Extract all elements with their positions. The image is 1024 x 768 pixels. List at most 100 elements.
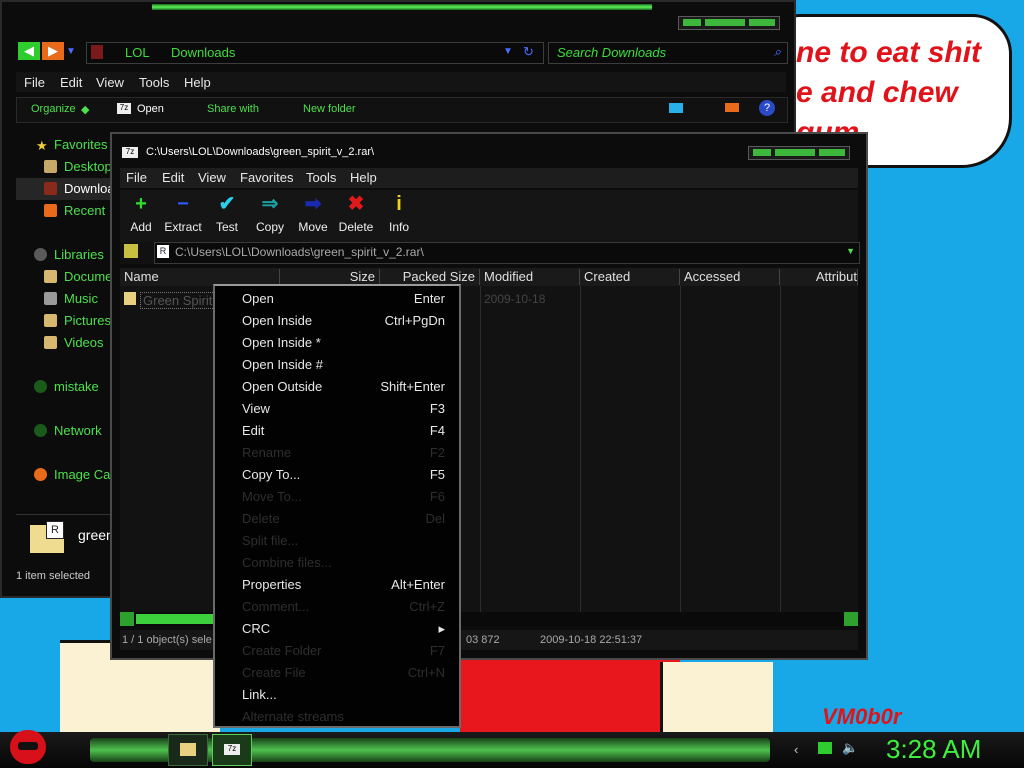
menu-item[interactable]: Properties Alt+Enter: [215, 573, 459, 595]
address-bar[interactable]: LOL Downloads ▼ ↻: [86, 42, 544, 64]
column-modified[interactable]: Modified: [480, 269, 580, 285]
action-center-icon[interactable]: [818, 742, 832, 754]
row-name: Green Spirit: [140, 292, 216, 309]
help-icon[interactable]: ?: [759, 100, 775, 116]
menu-help[interactable]: Help: [184, 75, 211, 90]
toolbar: + Add − Extract ✔ Test ⇒ Copy ➡ Move ✖ Delete …: [120, 190, 858, 244]
back-icon[interactable]: ◀: [18, 42, 40, 60]
menu-item[interactable]: CRC ▸: [215, 617, 459, 639]
view-options-icon[interactable]: [669, 103, 683, 113]
search-icon[interactable]: ⌕: [774, 44, 781, 60]
taskbar-explorer-button[interactable]: [168, 734, 208, 766]
menu-item[interactable]: Copy To... F5: [215, 463, 459, 485]
menu-edit[interactable]: Edit: [60, 75, 82, 90]
context-menu: Open Enter Open Inside Ctrl+PgDn Open Inside…: [213, 284, 461, 728]
close-button[interactable]: [819, 149, 845, 156]
share-with-button[interactable]: Share with: [207, 103, 259, 115]
refresh-icon[interactable]: ↻: [523, 44, 534, 60]
7zip-icon: 7z: [224, 744, 240, 755]
show-hidden-icons[interactable]: ‹: [794, 742, 798, 757]
menu-tools[interactable]: Tools: [306, 170, 336, 185]
clock[interactable]: 3:28 AM: [886, 734, 981, 765]
sidebar-item-documents[interactable]: Docume: [64, 269, 112, 284]
sidebar-item-music[interactable]: Music: [64, 291, 98, 306]
sidebar-item-downloads[interactable]: Downloa: [64, 181, 115, 196]
preview-pane-icon[interactable]: [725, 103, 739, 112]
delete-icon: ✖: [347, 193, 365, 215]
minimize-button[interactable]: [683, 19, 701, 26]
menu-edit[interactable]: Edit: [162, 170, 184, 185]
minimize-button[interactable]: [753, 149, 771, 156]
bubble-text-line: ne to eat shit: [796, 36, 982, 69]
sidebar-item-mistake[interactable]: mistake: [54, 379, 99, 394]
copy-button[interactable]: ⇒ Copy: [247, 190, 293, 244]
close-button[interactable]: [749, 19, 775, 26]
menu-file[interactable]: File: [24, 75, 45, 90]
test-button[interactable]: ✔ Test: [204, 190, 250, 244]
menu-view[interactable]: View: [198, 170, 226, 185]
column-attributes[interactable]: Attribut: [780, 269, 858, 285]
taskbar-7zip-button[interactable]: 7z: [212, 734, 252, 766]
forward-icon[interactable]: ▶: [42, 42, 64, 60]
column-size[interactable]: Size: [280, 269, 380, 285]
sidebar-item-desktop[interactable]: Desktop: [64, 159, 112, 174]
menu-item-shortcut: Del: [425, 511, 445, 526]
up-folder-icon[interactable]: [124, 244, 138, 258]
column-packed-size[interactable]: Packed Size: [380, 269, 480, 285]
status-selection: 1 / 1 object(s) sele: [122, 634, 212, 646]
menu-item[interactable]: Open Enter: [215, 287, 459, 309]
sidebar-item-videos[interactable]: Videos: [64, 335, 104, 350]
menu-favorites[interactable]: Favorites: [240, 170, 293, 185]
menu-item-label: Open Outside: [242, 379, 323, 394]
copy-label: Copy: [255, 220, 284, 234]
column-accessed[interactable]: Accessed: [680, 269, 780, 285]
menu-item[interactable]: View F3: [215, 397, 459, 419]
column-divider: [680, 286, 681, 612]
chevron-down-icon[interactable]: ▼: [503, 46, 513, 57]
desktop-icon: [44, 160, 57, 173]
breadcrumb-lol[interactable]: LOL: [125, 45, 150, 60]
search-input[interactable]: Search Downloads ⌕: [548, 42, 788, 64]
menu-item[interactable]: Edit F4: [215, 419, 459, 441]
scroll-right-icon[interactable]: [844, 612, 858, 626]
sidebar-item-libraries[interactable]: Libraries: [54, 247, 104, 262]
open-button[interactable]: Open: [137, 103, 164, 115]
move-button[interactable]: ➡ Move: [290, 190, 336, 244]
sidebar-item-recent[interactable]: Recent: [64, 203, 105, 218]
copy-icon: ⇒: [261, 193, 279, 215]
sidebar-item-pictures[interactable]: Pictures: [64, 313, 111, 328]
extract-button[interactable]: − Extract: [160, 190, 206, 244]
maximize-button[interactable]: [775, 149, 815, 156]
start-button-icon[interactable]: [10, 730, 46, 764]
maximize-button[interactable]: [705, 19, 745, 26]
menu-file[interactable]: File: [126, 170, 147, 185]
new-folder-button[interactable]: New folder: [303, 103, 356, 115]
menu-item: Delete Del: [215, 507, 459, 529]
menu-item[interactable]: Open Outside Shift+Enter: [215, 375, 459, 397]
menu-item[interactable]: Open Inside #: [215, 353, 459, 375]
menu-item[interactable]: Link...: [215, 683, 459, 705]
menu-item[interactable]: Open Inside Ctrl+PgDn: [215, 309, 459, 331]
folder-icon: [180, 743, 196, 756]
breadcrumb-downloads[interactable]: Downloads: [171, 45, 235, 60]
sidebar-item-network[interactable]: Network: [54, 423, 102, 438]
add-button[interactable]: + Add: [118, 190, 164, 244]
menu-tools[interactable]: Tools: [139, 75, 169, 90]
column-name[interactable]: Name: [120, 269, 280, 285]
menu-view[interactable]: View: [96, 75, 124, 90]
scroll-left-icon[interactable]: [120, 612, 134, 626]
sidebar-item-favorites[interactable]: Favorites: [54, 137, 107, 152]
info-button[interactable]: i Info: [376, 190, 422, 244]
menu-item-shortcut: F5: [429, 467, 445, 482]
volume-icon[interactable]: 🔈: [842, 740, 858, 756]
menu-bar: File Edit View Favorites Tools Help: [120, 168, 858, 188]
address-input[interactable]: R C:\Users\LOL\Downloads\green_spirit_v_…: [154, 242, 860, 264]
menu-help[interactable]: Help: [350, 170, 377, 185]
column-created[interactable]: Created: [580, 269, 680, 285]
delete-button[interactable]: ✖ Delete: [333, 190, 379, 244]
organize-button[interactable]: Organize: [31, 103, 76, 115]
recent-pages-icon[interactable]: ▼: [66, 46, 76, 57]
menu-item[interactable]: Open Inside *: [215, 331, 459, 353]
chevron-down-icon[interactable]: ▼: [846, 246, 855, 256]
sidebar-item-image-capture[interactable]: Image Ca: [54, 467, 110, 482]
